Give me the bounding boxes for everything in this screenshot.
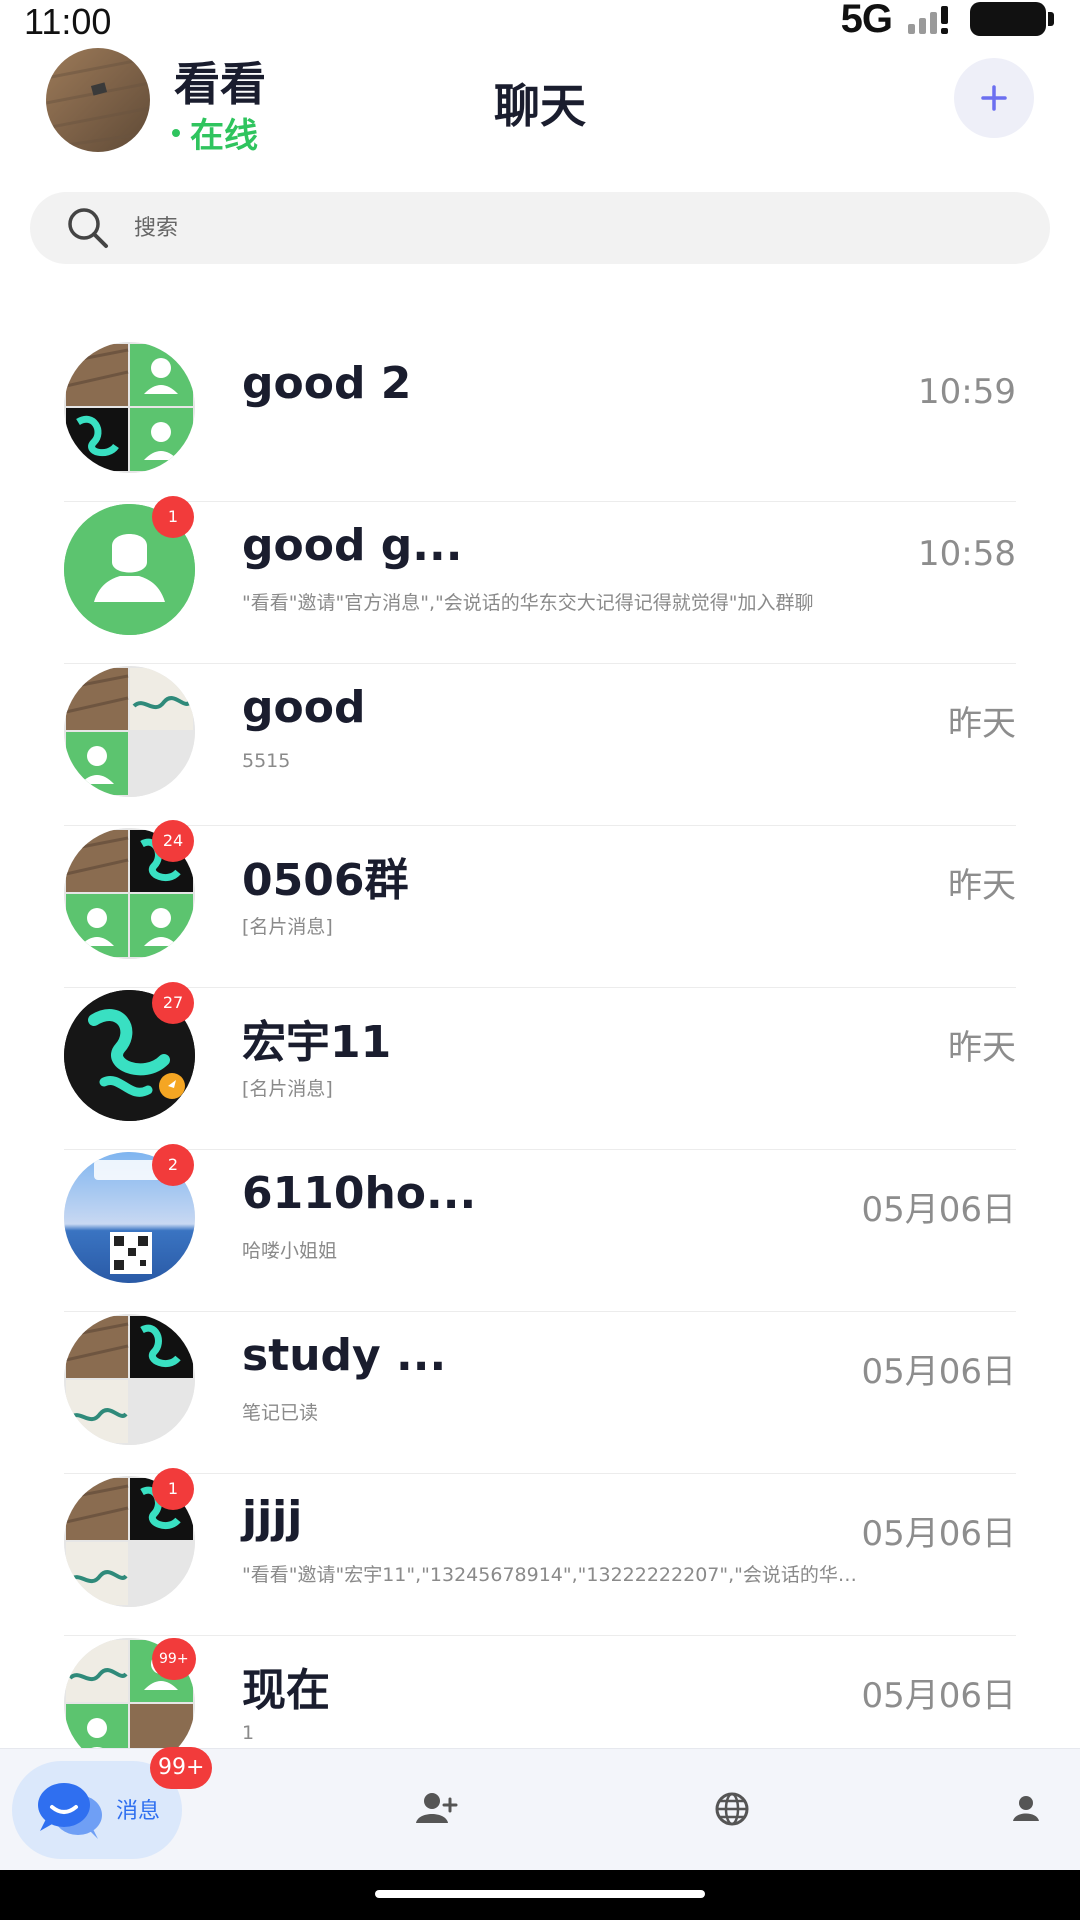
- nav-messages-label: 消息: [116, 1799, 161, 1824]
- chat-item-good[interactable]: good 5515 昨天: [0, 664, 1080, 826]
- chat-name: good: [242, 682, 366, 733]
- status-time: 11:00: [24, 1, 112, 42]
- chat-preview: 笔记已读: [242, 1402, 319, 1424]
- unread-badge: 1: [152, 496, 194, 538]
- chat-preview: 哈喽小姐姐: [242, 1240, 338, 1262]
- chat-item-jjjj[interactable]: 1 jjjj "看看"邀请"宏宇11","13245678914","13222…: [0, 1468, 1080, 1636]
- chat-item-xianzai[interactable]: 99+ 现在 1 05月06日: [0, 1636, 1080, 1748]
- chat-time: 昨天: [948, 1028, 1016, 1068]
- chat-time: 05月06日: [861, 1352, 1016, 1392]
- online-status-label: 在线: [190, 116, 258, 156]
- chat-name: study ...: [242, 1330, 447, 1381]
- chat-preview: [名片消息]: [242, 1078, 333, 1100]
- chat-preview: 5515: [242, 750, 291, 772]
- group-avatar: [64, 342, 195, 473]
- chat-preview: "看看"邀请"宏宇11","13245678914","13222222207"…: [242, 1564, 857, 1586]
- bottom-nav: 消息 99+: [0, 1747, 1080, 1870]
- chat-name: 现在: [242, 1665, 330, 1716]
- plus-icon: [981, 85, 1007, 111]
- home-indicator[interactable]: [375, 1890, 705, 1898]
- nav-discover[interactable]: [710, 1787, 754, 1831]
- status-icons: 5G: [841, 0, 1054, 41]
- my-username: 看看: [174, 57, 266, 111]
- page-title: 聊天: [494, 79, 586, 133]
- unread-badge: 27: [152, 982, 194, 1024]
- chat-preview: "看看"邀请"官方消息","会说话的华东交大记得记得就觉得"加入群聊: [242, 592, 814, 614]
- unread-badge: 24: [152, 820, 194, 862]
- nav-profile[interactable]: [1004, 1787, 1048, 1831]
- chat-name: jjjj: [242, 1492, 303, 1543]
- chat-time: 05月06日: [861, 1190, 1016, 1230]
- chat-time: 10:58: [918, 534, 1016, 574]
- chat-name: 6110ho...: [242, 1168, 477, 1219]
- unread-badge: 1: [152, 1468, 194, 1510]
- chat-name: good g...: [242, 520, 463, 571]
- person-icon: [1013, 1796, 1039, 1821]
- globe-icon: [715, 1792, 749, 1826]
- signal-icon: [908, 6, 948, 34]
- chat-time: 05月06日: [861, 1514, 1016, 1554]
- chat-item-study[interactable]: study ... 笔记已读 05月06日: [0, 1312, 1080, 1474]
- add-button[interactable]: [954, 58, 1034, 138]
- chat-time: 05月06日: [861, 1676, 1016, 1716]
- chat-item-good-2[interactable]: good 2 10:59: [0, 340, 1080, 502]
- search-icon: [68, 208, 108, 248]
- chat-time: 昨天: [948, 704, 1016, 744]
- search-bar[interactable]: [30, 192, 1050, 264]
- header: 看看 在线 聊天: [0, 44, 1080, 164]
- my-avatar[interactable]: [46, 48, 150, 152]
- chat-time: 昨天: [948, 866, 1016, 906]
- status-bar: 11:00 5G: [0, 0, 1080, 44]
- add-user-icon: [416, 1793, 458, 1823]
- chat-item-good-g[interactable]: 1 good g... "看看"邀请"官方消息","会说话的华东交大记得记得就觉…: [0, 496, 1080, 664]
- chat-preview: 1: [242, 1722, 255, 1744]
- online-status: 在线: [172, 108, 258, 157]
- search-input[interactable]: [134, 202, 1014, 254]
- nav-add-contact[interactable]: [414, 1787, 458, 1831]
- chat-time: 10:59: [918, 372, 1016, 412]
- chat-name: 宏宇11: [242, 1017, 392, 1068]
- unread-badge: 99+: [152, 1638, 196, 1680]
- online-dot-icon: [172, 128, 180, 137]
- group-avatar: [64, 666, 195, 797]
- battery-icon: [970, 2, 1054, 36]
- group-avatar: [64, 1314, 195, 1445]
- chat-bubble-icon: [38, 1783, 102, 1839]
- chat-name: 0506群: [242, 855, 409, 906]
- chat-name: good 2: [242, 358, 412, 409]
- chat-preview: [名片消息]: [242, 916, 333, 938]
- network-type: 5G: [840, 0, 893, 41]
- chat-item-0506[interactable]: 24 0506群 [名片消息] 昨天: [0, 820, 1080, 988]
- chat-item-hongyu11[interactable]: 27 宏宇11 [名片消息] 昨天: [0, 982, 1080, 1150]
- nav-messages-badge: 99+: [150, 1747, 213, 1789]
- system-nav-bar: [0, 1870, 1080, 1920]
- chat-item-6110ho[interactable]: 2 6110ho... 哈喽小姐姐 05月06日: [0, 1144, 1080, 1312]
- unread-badge: 2: [152, 1144, 194, 1186]
